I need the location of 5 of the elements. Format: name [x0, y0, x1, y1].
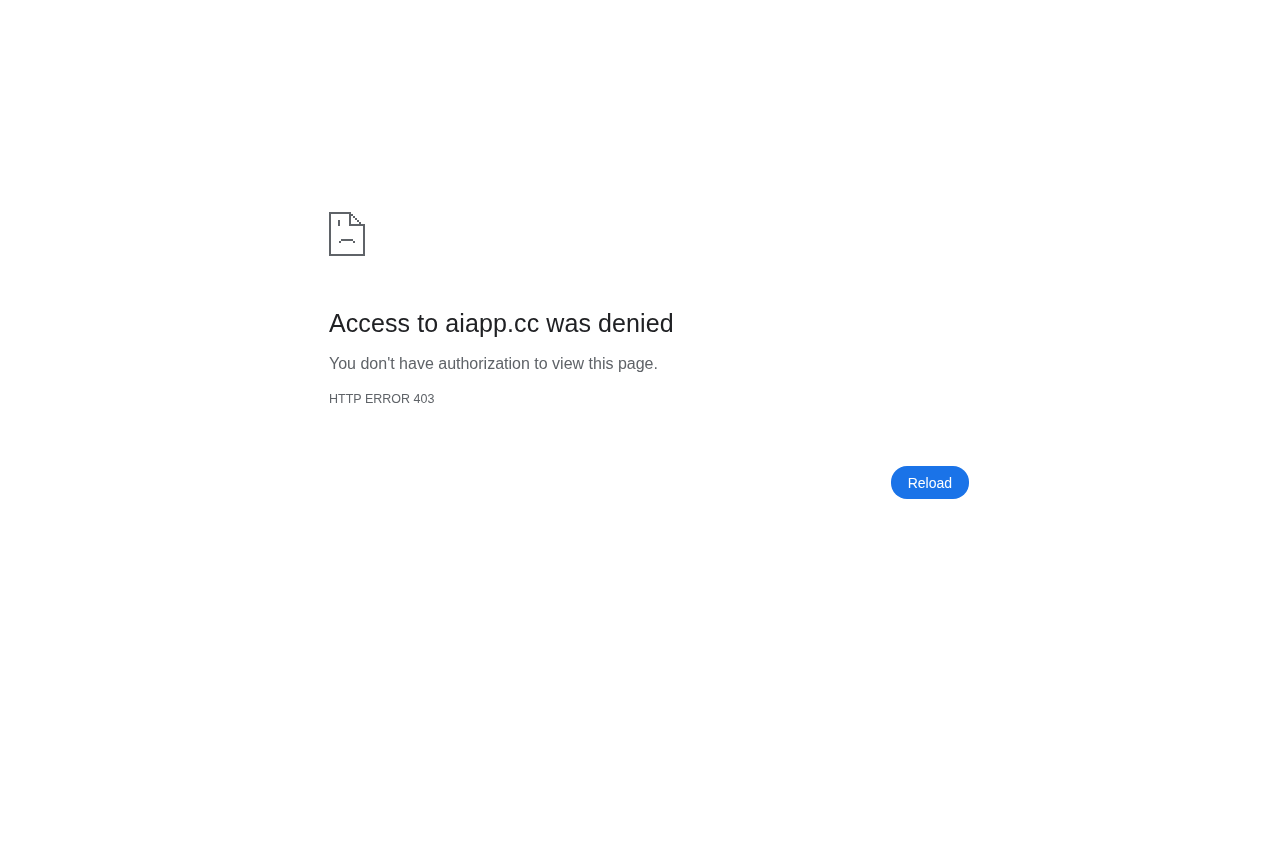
- error-code: HTTP ERROR 403: [329, 391, 435, 407]
- reload-button[interactable]: Reload: [890, 466, 969, 499]
- error-message: You don't have authorization to view this page.: [329, 354, 658, 374]
- sad-document-icon: [329, 212, 365, 256]
- error-heading: Access to aiapp.cc was denied: [329, 308, 674, 338]
